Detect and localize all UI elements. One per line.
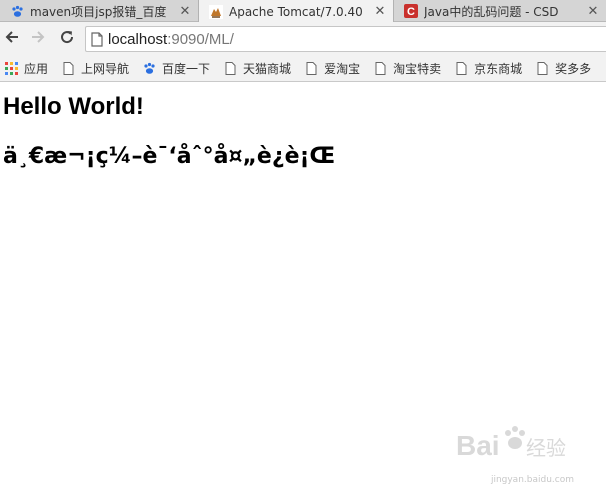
csdn-icon: C [404, 4, 418, 18]
bookmark-shangwang[interactable]: 上网导航 [61, 60, 129, 77]
bookmark-jiangduoduo[interactable]: 奖多多 [535, 60, 591, 77]
back-button[interactable] [1, 28, 23, 50]
baidu-jingyan-watermark: Bai 经验 [456, 426, 566, 461]
bookmark-label: 百度一下 [162, 62, 211, 76]
close-icon[interactable]: ✕ [373, 4, 387, 19]
bookmark-taobao-temai[interactable]: 淘宝特卖 [373, 60, 441, 77]
bookmark-label: 上网导航 [81, 62, 130, 76]
svg-text:C: C [407, 6, 415, 18]
bookmark-label: 爱淘宝 [324, 62, 361, 76]
forward-button[interactable] [27, 28, 49, 50]
browser-toolbar: localhost:9090/ML/ [0, 22, 606, 56]
tab-maven[interactable]: maven项目jsp报错_百度 ✕ [0, 0, 198, 22]
watermark-brand: Bai [456, 430, 500, 461]
bookmark-apps[interactable]: 应用 [4, 60, 48, 77]
bookmark-aitaobao[interactable]: 爱淘宝 [304, 60, 360, 77]
watermark-paw-icon [505, 426, 525, 449]
bookmark-label: 奖多多 [555, 62, 592, 76]
bookmarks-bar: 应用 上网导航 百度一下 天猫商城 爱淘宝 淘宝特卖 京东商城 奖多多 [0, 56, 606, 82]
tab-strip: maven项目jsp报错_百度 ✕ Apache Tomcat/7.0.40 ✕… [0, 0, 606, 23]
address-text: localhost:9090/ML/ [108, 31, 234, 48]
tab-title: Apache Tomcat/7.0.40 [229, 4, 363, 19]
baidu-paw-icon [10, 4, 24, 18]
tab-tomcat[interactable]: Apache Tomcat/7.0.40 ✕ [198, 0, 394, 23]
address-bar[interactable]: localhost:9090/ML/ [85, 26, 606, 52]
baidu-paw-icon [142, 62, 156, 76]
reload-icon [59, 29, 75, 49]
page-icon [223, 62, 237, 76]
address-path: :9090/ML/ [167, 30, 234, 48]
page-heading: Hello World! [3, 93, 144, 120]
bookmark-label: 京东商城 [474, 62, 523, 76]
back-arrow-icon [4, 29, 20, 49]
page-icon [454, 62, 468, 76]
address-host: localhost [108, 30, 168, 48]
bookmark-jd[interactable]: 京东商城 [454, 60, 522, 77]
page-content: Hello World! ä¸€æ¬¡ç¼–è¯‘åˆ°å¤„è¿è¡Œ Bai… [0, 83, 606, 493]
bookmark-baidu[interactable]: 百度一下 [142, 60, 210, 77]
forward-arrow-icon [30, 29, 46, 49]
page-icon [373, 62, 387, 76]
page-info-icon[interactable] [86, 31, 108, 47]
tab-csdn[interactable]: C Java中的乱码问题 - CSD ✕ [394, 0, 606, 22]
tomcat-icon [209, 4, 223, 19]
page-icon [61, 62, 75, 76]
watermark-url: jingyan.baidu.com [490, 475, 574, 485]
bookmark-label: 天猫商城 [243, 62, 292, 76]
watermark-brand-cn: 经验 [526, 436, 566, 460]
reload-button[interactable] [56, 28, 78, 50]
tab-title: maven项目jsp报错_百度 [30, 4, 167, 19]
garbled-heading: ä¸€æ¬¡ç¼–è¯‘åˆ°å¤„è¿è¡Œ [3, 144, 336, 169]
page-icon [304, 62, 318, 76]
page-icon [535, 62, 549, 76]
bookmark-label: 淘宝特卖 [393, 62, 442, 76]
close-icon[interactable]: ✕ [178, 4, 192, 19]
apps-grid-icon [4, 62, 18, 76]
tab-title: Java中的乱码问题 - CSD [424, 4, 559, 19]
bookmark-tmall[interactable]: 天猫商城 [223, 60, 291, 77]
close-icon[interactable]: ✕ [586, 4, 600, 19]
bookmark-label: 应用 [24, 62, 49, 76]
